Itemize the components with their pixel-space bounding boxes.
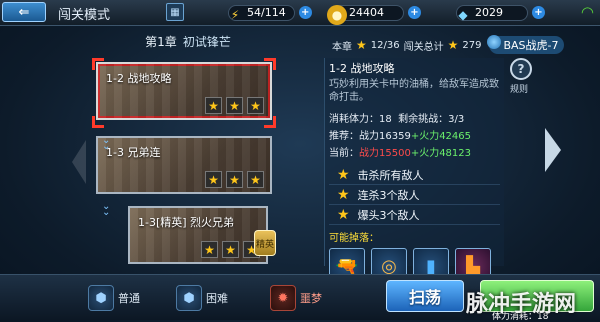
star-icon: ★ <box>247 171 264 188</box>
nightmare-label: 噩梦 <box>300 292 322 305</box>
remaining-value: 3/3 <box>448 114 465 125</box>
selection-corner <box>92 116 104 128</box>
recommend-fire: +火力42465 <box>410 131 472 142</box>
mode-title: 闯关模式 <box>58 8 111 23</box>
star-icon: ★ <box>205 97 222 114</box>
stamina-value: 54/114 <box>247 6 286 19</box>
add-gold-button[interactable]: + <box>408 6 421 19</box>
recommend-label: 推荐： <box>329 131 359 142</box>
diamond-resource: ◆ 2029 + <box>456 3 545 22</box>
skull-icon: ✹ <box>270 285 296 311</box>
stamina-remaining-line: 消耗体力：18 剩余挑战：3/3 <box>329 110 500 125</box>
chevron-down-icon: ⌄ ⌄ <box>102 201 111 218</box>
recommend-power: 战力16359 <box>359 131 411 142</box>
back-button[interactable]: ⇐ <box>2 2 46 22</box>
star-icon: ★ <box>222 241 239 258</box>
star-icon: ★ <box>226 97 243 114</box>
chevron-down-icon: ⌄ ⌄ <box>102 135 111 152</box>
objective-item: ★ 爆头3个敌人 <box>329 205 500 225</box>
back-arrow-icon: ⇐ <box>18 4 30 20</box>
star-icon: ★ <box>337 186 350 203</box>
current-power-line: 当前：战力15500+火力48123 <box>329 144 500 159</box>
prev-chapter-arrow[interactable] <box>72 140 86 184</box>
drops-label: 可能掉落： <box>329 233 379 244</box>
rules-label[interactable]: 规则 <box>510 82 528 95</box>
gold-coin-icon: ● <box>327 4 347 25</box>
gold-resource: ● 24404 + <box>327 3 421 25</box>
star-icon: ★ <box>447 38 459 52</box>
grid-icon[interactable]: ▦ <box>166 3 184 21</box>
stage-stars: ★ ★ ★ <box>201 241 260 258</box>
current-label: 当前： <box>329 148 359 159</box>
diamond-value: 2029 <box>475 6 503 19</box>
next-chapter-arrow[interactable] <box>545 128 561 172</box>
stage-detail-panel: 1-2 战地攻略 巧妙利用关卡中的油桶，给敌军造成致命打击。 消耗体力：18 剩… <box>324 58 504 284</box>
chapter-stars-value: 12/36 <box>370 39 400 51</box>
stage-card-1-3[interactable]: 1-3 兄弟连 ★ ★ ★ <box>96 136 272 194</box>
objective-item: ★ 击杀所有敌人 <box>329 165 500 185</box>
stage-description: 巧妙利用关卡中的油桶，给敌军造成致命打击。 <box>329 79 499 103</box>
objective-text: 连杀3个敌人 <box>357 188 420 202</box>
star-icon: ★ <box>205 171 222 188</box>
difficulty-normal-button[interactable]: ⬢ 普通 <box>88 285 140 311</box>
stage-label: 1-3[精英] 烈火兄弟 <box>138 216 235 229</box>
current-power: 战力15500 <box>359 148 411 159</box>
star-icon: ★ <box>226 171 243 188</box>
stage-stars: ★ ★ ★ <box>205 171 264 188</box>
gold-value: 24404 <box>349 6 384 19</box>
star-icon: ★ <box>337 166 350 183</box>
objective-text: 爆头3个敌人 <box>357 208 420 222</box>
total-stars-value: 279 <box>462 39 482 51</box>
star-icon: ★ <box>337 206 350 223</box>
difficulty-nightmare-button[interactable]: ✹ 噩梦 <box>270 285 322 311</box>
selection-corner <box>264 116 276 128</box>
selection-corner <box>92 58 104 70</box>
total-stars-label: 闯关总计 <box>403 41 444 53</box>
add-stamina-button[interactable]: + <box>298 6 312 19</box>
objective-text: 击杀所有敌人 <box>357 168 424 182</box>
diamond-icon: ◆ <box>458 7 468 22</box>
shield-icon: ⬢ <box>88 285 114 311</box>
current-fire: +火力48123 <box>410 148 472 159</box>
rules-icon[interactable]: ? <box>510 58 532 80</box>
stamina-cost-value: 18 <box>379 114 392 125</box>
star-summary: 本章 ★ 12/36 闯关总计 ★ 279 BAS战虎-7 <box>332 35 565 54</box>
shield-icon: ⬢ <box>176 285 202 311</box>
lightning-icon: ⚡ <box>230 7 240 22</box>
watermark: 脉冲手游网 <box>466 292 577 317</box>
remaining-label: 剩余挑战： <box>398 114 449 125</box>
detail-stage-name: 1-2 战地攻略 <box>329 62 395 75</box>
chapter-number: 第1章 <box>145 34 177 49</box>
star-icon: ★ <box>247 97 264 114</box>
add-diamond-button[interactable]: + <box>532 6 545 19</box>
chapter-name: 初试锋芒 <box>182 34 231 49</box>
hard-label: 困难 <box>206 292 228 305</box>
wifi-icon: ◠ <box>580 3 594 21</box>
elite-badge: 精英 <box>254 230 276 256</box>
chapter-stars-label: 本章 <box>332 41 352 53</box>
sweep-button[interactable]: 扫荡 <box>386 280 464 312</box>
stage-card-1-3-elite[interactable]: 1-3[精英] 烈火兄弟 ★ ★ ★ 精英 <box>128 206 276 264</box>
star-icon: ★ <box>201 241 218 258</box>
stage-card-1-2[interactable]: 1-2 战地攻略 ★ ★ ★ <box>96 62 272 120</box>
normal-label: 普通 <box>118 292 140 305</box>
stamina-label: 消耗体力： <box>329 114 379 125</box>
objective-list: ★ 击杀所有敌人 ★ 连杀3个敌人 ★ 爆头3个敌人 <box>329 165 500 225</box>
objective-item: ★ 连杀3个敌人 <box>329 185 500 205</box>
star-icon: ★ <box>356 38 367 52</box>
stage-stars: ★ ★ ★ <box>205 97 264 114</box>
top-bar: ⇐ 闯关模式 ▦ ⚡ 54/114 + ● 24404 + ◆ 2029 + ◠ <box>0 0 600 26</box>
recommended-power-line: 推荐：战力16359+火力42465 <box>329 127 500 142</box>
stage-label: 1-2 战地攻略 <box>106 72 172 85</box>
stamina-resource: ⚡ 54/114 + <box>228 3 312 22</box>
selection-corner <box>264 58 276 70</box>
rank-badge[interactable]: BAS战虎-7 <box>487 35 565 54</box>
difficulty-hard-button[interactable]: ⬢ 困难 <box>176 285 228 311</box>
chapter-header: 第1章 初试锋芒 <box>88 32 288 50</box>
